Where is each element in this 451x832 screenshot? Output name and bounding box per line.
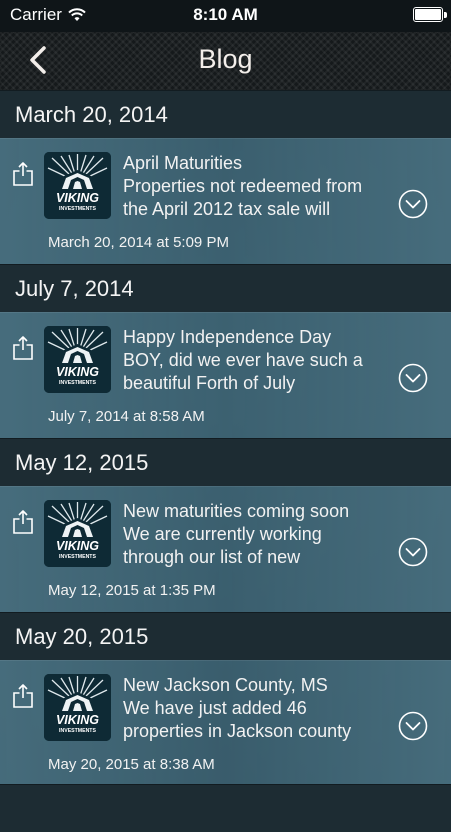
section-date: July 7, 2014 xyxy=(15,275,134,301)
chevron-down-circle-icon[interactable] xyxy=(398,363,428,393)
logo-word-viking: VIKING xyxy=(56,365,99,379)
viking-investments-logo: VIKING INVESTMENTS xyxy=(44,500,111,567)
blog-post-row[interactable]: VIKING INVESTMENTS New maturities coming… xyxy=(0,486,451,612)
logo-word-investments: INVESTMENTS xyxy=(59,728,96,734)
post-timestamp: March 20, 2014 at 5:09 PM xyxy=(48,234,229,251)
chevron-down-circle-icon[interactable] xyxy=(398,537,428,567)
section-date: May 20, 2015 xyxy=(15,623,149,649)
section-date: March 20, 2014 xyxy=(15,101,168,127)
post-preview: Happy Independence Day BOY, did we ever … xyxy=(123,326,393,395)
logo-word-investments: INVESTMENTS xyxy=(59,554,96,560)
post-title: New Jackson County, MS xyxy=(123,675,328,695)
blog-post-row[interactable]: VIKING INVESTMENTS New Jackson County, M… xyxy=(0,660,451,786)
post-excerpt-line-1: Properties not redeemed from xyxy=(123,176,363,196)
share-icon[interactable] xyxy=(12,161,34,187)
logo-word-investments: INVESTMENTS xyxy=(59,206,96,212)
section-date-header: May 12, 2015 xyxy=(0,438,451,486)
chevron-down-circle-icon[interactable] xyxy=(398,711,428,741)
battery-icon xyxy=(413,7,447,22)
post-excerpt-line-1: BOY, did we ever have such a xyxy=(123,350,363,370)
post-title: April Maturities xyxy=(123,153,243,173)
logo-word-viking: VIKING xyxy=(56,539,99,553)
blog-section: March 20, 2014 VIKING INVESTMENTS April … xyxy=(0,90,451,264)
post-timestamp: July 7, 2014 at 8:58 AM xyxy=(48,408,205,425)
post-preview: New maturities coming soon We are curren… xyxy=(123,500,393,569)
chevron-down-circle-icon[interactable] xyxy=(398,189,428,219)
logo-word-investments: INVESTMENTS xyxy=(59,380,96,386)
viking-investments-logo: VIKING INVESTMENTS xyxy=(44,674,111,741)
blog-section: July 7, 2014 VIKING INVESTMENTS Happy In… xyxy=(0,264,451,438)
logo-word-viking: VIKING xyxy=(56,713,99,727)
navigation-bar: Blog xyxy=(0,32,451,90)
status-bar: Carrier 8:10 AM xyxy=(0,0,451,32)
viking-investments-logo: VIKING INVESTMENTS xyxy=(44,152,111,219)
section-date: May 12, 2015 xyxy=(15,449,149,475)
post-excerpt-line-1: We have just added 46 xyxy=(123,698,307,718)
post-title: New maturities coming soon xyxy=(123,501,350,521)
blog-feed[interactable]: March 20, 2014 VIKING INVESTMENTS April … xyxy=(0,90,451,786)
section-date-header: July 7, 2014 xyxy=(0,264,451,312)
blog-section: May 12, 2015 VIKING INVESTMENTS New matu… xyxy=(0,438,451,612)
section-date-header: March 20, 2014 xyxy=(0,90,451,138)
page-title: Blog xyxy=(198,44,253,74)
share-icon[interactable] xyxy=(12,335,34,361)
post-timestamp: May 12, 2015 at 1:35 PM xyxy=(48,582,216,599)
post-excerpt-line-2: beautiful Forth of July xyxy=(123,373,296,393)
share-icon[interactable] xyxy=(12,509,34,535)
post-preview: New Jackson County, MS We have just adde… xyxy=(123,674,393,743)
post-excerpt-line-2: through our list of new xyxy=(123,547,301,567)
post-timestamp: May 20, 2015 at 8:38 AM xyxy=(48,756,215,773)
post-preview: April Maturities Properties not redeemed… xyxy=(123,152,393,221)
post-excerpt-line-2: properties in Jackson county xyxy=(123,721,352,741)
post-title: Happy Independence Day xyxy=(123,327,332,347)
section-date-header-partial xyxy=(0,784,451,832)
post-excerpt-line-2: the April 2012 tax sale will xyxy=(123,199,331,219)
status-time: 8:10 AM xyxy=(193,5,258,24)
blog-section: May 20, 2015 VIKING INVESTMENTS New Jack… xyxy=(0,612,451,786)
blog-post-row[interactable]: VIKING INVESTMENTS April Maturities Prop… xyxy=(0,138,451,264)
post-excerpt-line-1: We are currently working xyxy=(123,524,322,544)
blog-post-row[interactable]: VIKING INVESTMENTS Happy Independence Da… xyxy=(0,312,451,438)
viking-investments-logo: VIKING INVESTMENTS xyxy=(44,326,111,393)
section-date-header: May 20, 2015 xyxy=(0,612,451,660)
share-icon[interactable] xyxy=(12,683,34,709)
logo-word-viking: VIKING xyxy=(56,191,99,205)
